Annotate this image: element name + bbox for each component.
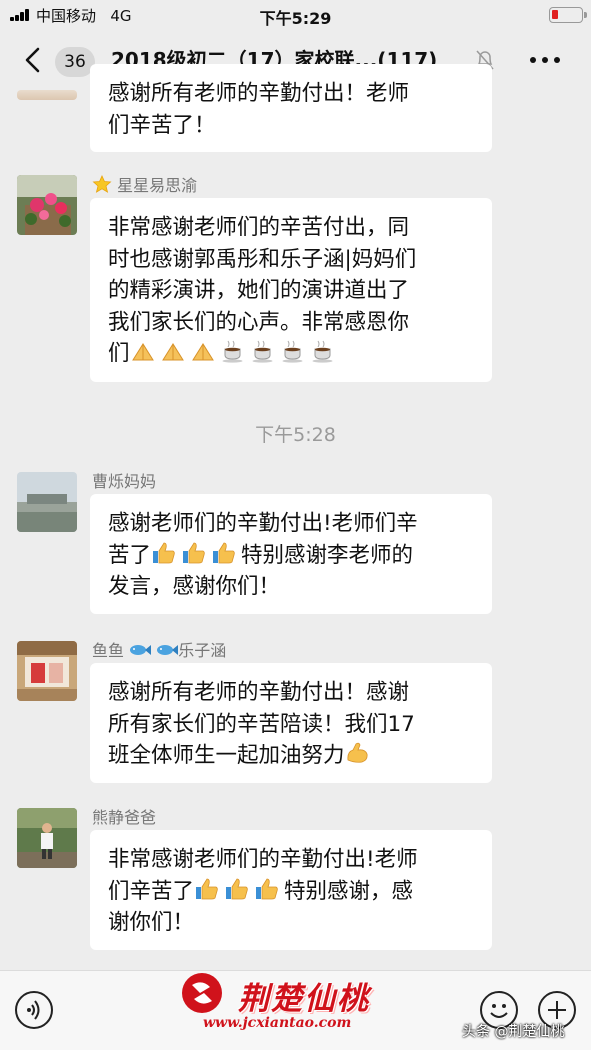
hot-beverage-emoji-icon <box>312 340 333 363</box>
message-timestamp: 下午5:28 <box>255 424 336 446</box>
thumbs-up-emoji-icon <box>196 878 218 899</box>
battery-icon <box>549 7 587 23</box>
fish-emoji-icon <box>130 645 152 655</box>
glowing-star-icon <box>92 175 112 197</box>
toutiao-credit: 头条 @荆楚仙桃 <box>462 1024 565 1040</box>
sender-name: 星星易思渝 <box>92 172 197 197</box>
thumbs-up-emoji-icon <box>256 878 278 899</box>
pray-hands-emoji-icon <box>161 343 184 361</box>
avatar[interactable] <box>17 175 77 235</box>
voice-input-icon[interactable] <box>15 991 53 1029</box>
status-bar: 中国移动 4G 下午5:29 <box>0 0 591 30</box>
message-bubble: 非常感谢老师们的辛苦付出，同 时也感谢郭禹彤和乐子涵|妈妈们 的精彩演讲，她们的… <box>90 198 492 382</box>
back-arrow-icon[interactable] <box>22 46 46 74</box>
thumbs-up-emoji-icon <box>213 542 235 563</box>
unread-count-badge[interactable]: 36 <box>55 47 95 77</box>
flexed-biceps-emoji-icon <box>346 742 368 763</box>
brand-emblem-icon <box>182 973 222 1013</box>
message-bubble: 感谢所有老师的辛勤付出！感谢 所有家长们的辛苦陪读！我们17 班全体师生一起加油… <box>90 663 492 783</box>
message-bubble: 感谢老师们的辛勤付出!老师们辛 苦了 特别感谢李老师的 发言，感谢你们！ <box>90 494 492 614</box>
avatar[interactable] <box>17 808 77 868</box>
pray-hands-emoji-icon <box>131 343 154 361</box>
hot-beverage-emoji-icon <box>252 340 273 363</box>
sender-name: 鱼鱼 乐子涵 <box>92 641 227 660</box>
watermark-url: www.jcxiantao.com <box>203 1015 352 1031</box>
pray-hands-emoji-icon <box>191 343 214 361</box>
fish-emoji-icon <box>157 645 179 655</box>
sender-name: 曹烁妈妈 <box>92 472 157 491</box>
watermark-brand: 荆楚仙桃 <box>238 981 370 1017</box>
hot-beverage-emoji-icon <box>282 340 303 363</box>
sender-name: 熊静爸爸 <box>92 808 157 827</box>
hot-beverage-emoji-icon <box>222 340 243 363</box>
input-toolbar: 荆楚仙桃 www.jcxiantao.com 头条 @荆楚仙桃 <box>0 970 591 1050</box>
avatar[interactable] <box>17 641 77 701</box>
thumbs-up-emoji-icon <box>226 878 248 899</box>
clock: 下午5:29 <box>259 9 332 28</box>
thumbs-up-emoji-icon <box>183 542 205 563</box>
more-options-icon[interactable] <box>530 57 560 65</box>
avatar[interactable] <box>17 472 77 532</box>
message-bubble: 感谢所有老师的辛勤付出！老师 们辛苦了！ <box>90 64 492 152</box>
avatar[interactable] <box>17 90 77 100</box>
thumbs-up-emoji-icon <box>153 542 175 563</box>
message-bubble: 非常感谢老师们的辛勤付出!老师 们辛苦了 特别感谢，感 谢你们！ <box>90 830 492 950</box>
